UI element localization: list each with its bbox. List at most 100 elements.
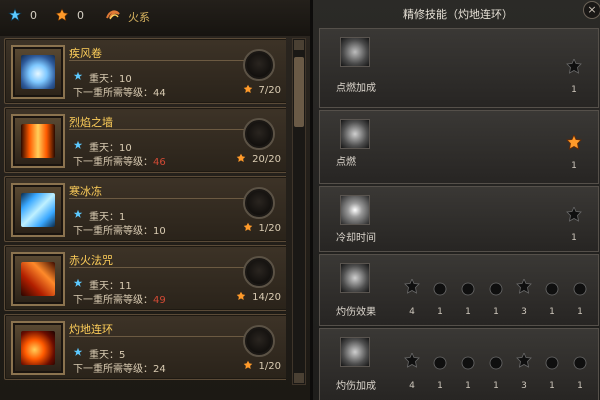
active-socket-icon[interactable]	[566, 135, 582, 151]
refine-row-label: 灼伤加成	[336, 381, 376, 392]
blue-star-icon	[8, 8, 22, 22]
orange-gem-icon	[243, 360, 253, 373]
refine-panel-title: 精修技能（灼地连环）	[403, 8, 513, 21]
name-divider	[69, 198, 247, 199]
skill-card[interactable]: 赤火法咒 重天：11 下一重所需等级：49 14/20	[4, 245, 286, 311]
socket-value: 1	[493, 381, 499, 391]
skill-card[interactable]: 疾风卷 重天：10 下一重所需等级：44 7/20	[4, 38, 286, 104]
skill-level: 重天：1	[89, 212, 126, 223]
skill-icon-frame	[11, 183, 65, 237]
ignite-icon	[340, 119, 370, 149]
locked-socket-icon[interactable]	[572, 281, 588, 297]
skill-point-count: 1/20	[243, 222, 281, 235]
refine-row-label: 灼伤效果	[336, 307, 376, 318]
socket-value: 1	[571, 85, 577, 95]
skill-point-count: 7/20	[243, 84, 281, 97]
locked-socket-icon[interactable]	[432, 355, 448, 371]
refine-row: 灼伤加成 4 1 1 1 3 1 1	[319, 328, 599, 400]
skill-card[interactable]: 烈焰之墙 重天：10 下一重所需等级：46 20/20	[4, 107, 286, 173]
flame-swirl-icon	[340, 37, 370, 67]
game-ui-root: 0 0 火系 疾风卷 重天：10 下一重所需等级：44 7/20 烈焰之墙 重天…	[0, 0, 600, 400]
scroll-up-arrow-icon[interactable]	[294, 40, 304, 50]
locked-socket-icon[interactable]	[432, 281, 448, 297]
requirement-value: 10	[153, 226, 166, 237]
requirement-value: 49	[153, 295, 166, 306]
refine-row: 点燃 1	[319, 110, 599, 184]
locked-socket-icon[interactable]	[566, 207, 582, 223]
skill-level: 重天：11	[89, 281, 132, 292]
skill-list-scrollbar[interactable]	[292, 38, 306, 385]
refine-skill-panel: 精修技能（灼地连环） × 点燃加成 1 点燃 1 冷却时间 1 灼伤效果 4 1…	[310, 0, 600, 400]
locked-socket-icon[interactable]	[404, 353, 420, 369]
requirement-label: 下一重所需等级：	[73, 88, 153, 99]
socket-value: 3	[521, 307, 527, 317]
skill-card[interactable]: 寒冰冻 重天：1 下一重所需等级：10 1/20	[4, 176, 286, 242]
skill-icon-frame	[11, 114, 65, 168]
skill-count: 14/20	[252, 292, 281, 303]
skill-name: 赤火法咒	[69, 254, 113, 267]
locked-socket-icon[interactable]	[488, 355, 504, 371]
skill-level-row: 重天：5	[73, 346, 125, 361]
skill-level-row: 重天：11	[73, 277, 132, 292]
locked-socket-icon[interactable]	[572, 355, 588, 371]
skill-name: 烈焰之墙	[69, 116, 113, 129]
skill-name: 灼地连环	[69, 323, 113, 336]
upgrade-ring-button[interactable]	[243, 118, 275, 150]
locked-socket-icon[interactable]	[460, 281, 476, 297]
burn-effect-icon	[340, 263, 370, 293]
flame-wall-skill-icon	[21, 124, 55, 158]
blue-star-icon	[73, 71, 83, 84]
skill-point-count: 14/20	[236, 291, 281, 304]
name-divider	[69, 267, 247, 268]
requirement-label: 下一重所需等级：	[73, 226, 153, 237]
upgrade-ring-button[interactable]	[243, 49, 275, 81]
locked-socket-icon[interactable]	[544, 281, 560, 297]
tornado-skill-icon	[21, 55, 55, 89]
locked-socket-icon[interactable]	[488, 281, 504, 297]
blue-star-icon	[73, 140, 83, 153]
upgrade-ring-button[interactable]	[243, 187, 275, 219]
blue-star-icon	[73, 278, 83, 291]
skill-count: 1/20	[258, 223, 281, 234]
skill-name: 疾风卷	[69, 47, 102, 60]
upgrade-ring-button[interactable]	[243, 256, 275, 288]
requirement-value: 24	[153, 364, 166, 375]
requirement-value: 44	[153, 88, 166, 99]
locked-socket-icon[interactable]	[516, 353, 532, 369]
skill-count: 7/20	[258, 85, 281, 96]
next-level-requirement: 下一重所需等级：44	[73, 84, 166, 99]
socket-value: 1	[577, 307, 583, 317]
socket-value: 1	[571, 233, 577, 243]
socket-value: 1	[493, 307, 499, 317]
locked-socket-icon[interactable]	[566, 59, 582, 75]
socket-value: 1	[465, 307, 471, 317]
scroll-down-arrow-icon[interactable]	[294, 373, 304, 383]
requirement-label: 下一重所需等级：	[73, 157, 153, 168]
next-level-requirement: 下一重所需等级：24	[73, 360, 166, 375]
skill-count: 20/20	[252, 154, 281, 165]
skill-list-panel: 0 0 火系 疾风卷 重天：10 下一重所需等级：44 7/20 烈焰之墙 重天…	[0, 0, 310, 400]
skill-icon-frame	[11, 252, 65, 306]
skill-level-row: 重天：10	[73, 139, 132, 154]
fire-spiral-icon	[104, 8, 122, 25]
skill-level-row: 重天：10	[73, 70, 132, 85]
close-icon[interactable]: ×	[583, 1, 600, 19]
locked-socket-icon[interactable]	[404, 279, 420, 295]
locked-socket-icon[interactable]	[544, 355, 560, 371]
skill-level-row: 重天：1	[73, 208, 125, 223]
scroll-thumb[interactable]	[294, 57, 304, 127]
skill-level: 重天：5	[89, 350, 126, 361]
refine-row-label: 点燃	[336, 157, 356, 168]
next-level-requirement: 下一重所需等级：46	[73, 153, 166, 168]
ground-fire-skill-icon	[21, 331, 55, 365]
upgrade-ring-button[interactable]	[243, 325, 275, 357]
skill-card[interactable]: 灼地连环 重天：5 下一重所需等级：24 1/20	[4, 314, 286, 380]
skill-count: 1/20	[258, 361, 281, 372]
locked-socket-icon[interactable]	[460, 355, 476, 371]
socket-value: 1	[549, 307, 555, 317]
locked-socket-icon[interactable]	[516, 279, 532, 295]
refine-row: 点燃加成 1	[319, 28, 599, 108]
next-level-requirement: 下一重所需等级：49	[73, 291, 166, 306]
fire-school-tab[interactable]: 火系	[104, 8, 150, 25]
socket-value: 4	[409, 307, 415, 317]
